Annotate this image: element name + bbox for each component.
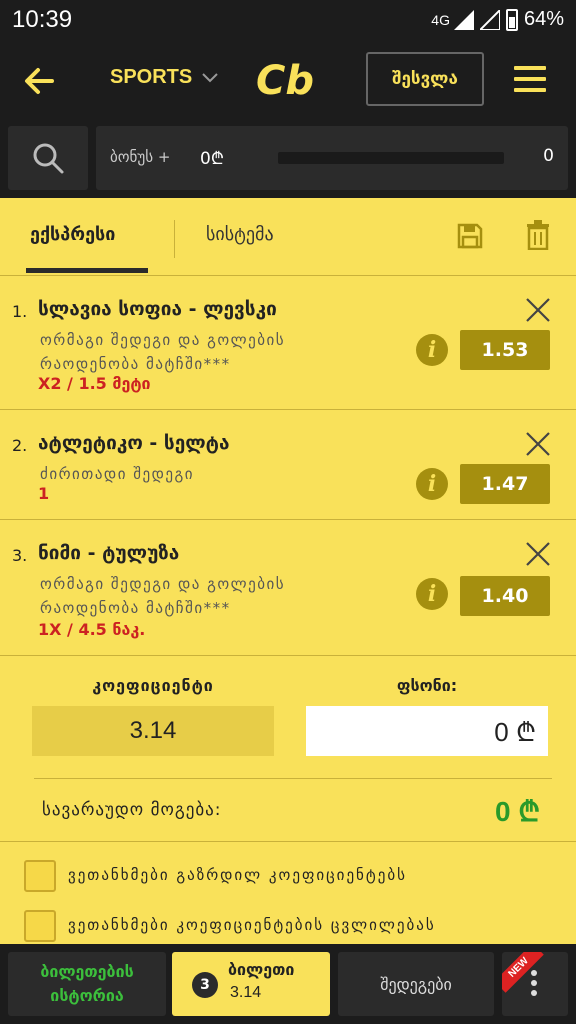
bonus-count: 0 xyxy=(543,146,554,166)
odds-button[interactable]: 1.47 xyxy=(460,464,550,504)
results-button[interactable]: შედეგები xyxy=(338,952,494,1016)
bottom-nav: ბილეთების ისტორია 3 ბილეთი 3.14 შედეგები… xyxy=(0,944,576,1024)
bet-slip-count-badge: 3 xyxy=(192,972,218,998)
bet-slip-label: ბილეთი xyxy=(228,960,295,979)
bet-teams: ნიმი - ტულუზა xyxy=(38,542,180,564)
sports-dropdown[interactable]: SPORTS xyxy=(110,66,218,89)
bet-pick: 1 xyxy=(38,484,50,503)
logo-text: Cb xyxy=(256,58,314,102)
accept-odds-changes-label: ვეთანხმები კოეფიციენტების ცვლილებას xyxy=(68,916,436,934)
status-icons: 4G 64% xyxy=(431,8,564,31)
sports-label: SPORTS xyxy=(110,66,193,88)
bet-market: ორმაგი შედეგი და გოლების რაოდენობა მატჩშ… xyxy=(40,331,286,373)
tab-express[interactable]: ექსპრესი xyxy=(30,224,115,245)
search-icon xyxy=(33,143,64,174)
info-icon[interactable]: i xyxy=(416,578,448,610)
odds-button[interactable]: 1.40 xyxy=(460,576,550,616)
bet-index: 3. xyxy=(12,546,28,565)
coefficient-value: 3.14 xyxy=(32,706,274,756)
stake-label: ფსონი: xyxy=(396,676,458,695)
close-icon[interactable] xyxy=(524,430,552,458)
tab-divider xyxy=(174,220,175,258)
divider xyxy=(34,778,552,779)
potential-win-label: სავარაუდო მოგება: xyxy=(42,800,222,820)
bet-market: ძირითადი შედეგი xyxy=(40,465,194,483)
close-icon[interactable] xyxy=(524,540,552,568)
status-time: 10:39 xyxy=(12,6,73,33)
accept-increased-odds-label: ვეთანხმები გაზრდილ კოეფიციენტებს xyxy=(68,866,407,884)
chevron-down-icon xyxy=(202,72,218,82)
signal-icon-2 xyxy=(479,9,500,30)
brand-logo[interactable]: Cb xyxy=(254,56,324,102)
bet-pick: 1X / 4.5 ნაკ. xyxy=(38,620,146,639)
bet-slip-button[interactable]: 3 ბილეთი 3.14 xyxy=(172,952,330,1016)
save-icon[interactable] xyxy=(456,222,484,250)
login-button[interactable]: შესვლა xyxy=(366,52,484,106)
bonus-amount: 0₾ xyxy=(200,149,224,169)
bet-item: 1. სლავია სოფია - ლევსკი ორმაგი შედეგი დ… xyxy=(0,276,576,410)
coefficient-label: კოეფიციენტი xyxy=(92,676,214,695)
bet-teams: ატლეტიკო - სელტა xyxy=(38,432,230,454)
ticket-history-line1: ბილეთების xyxy=(40,962,134,981)
ticket-history-button[interactable]: ბილეთების ისტორია xyxy=(8,952,166,1016)
hamburger-menu-icon[interactable] xyxy=(514,66,546,92)
bet-index: 2. xyxy=(12,436,28,455)
battery-icon xyxy=(505,8,518,31)
new-badge: NEW xyxy=(502,952,544,993)
status-bar: 10:39 4G 64% xyxy=(0,0,576,42)
bet-summary: კოეფიციენტი 3.14 ფსონი: 0 ₾ სავარაუდო მო… xyxy=(0,656,576,842)
active-tab-indicator xyxy=(26,268,148,273)
info-icon[interactable]: i xyxy=(416,334,448,366)
bonus-bar: ბონუს + 0₾ 0 xyxy=(0,118,576,198)
back-arrow-icon[interactable] xyxy=(22,64,56,98)
bonus-panel: ბონუს + 0₾ 0 xyxy=(96,126,568,190)
bet-type-tabs: ექსპრესი სისტემა xyxy=(0,198,576,276)
bonus-progress-bar xyxy=(278,152,504,164)
signal-icon xyxy=(453,9,474,30)
stake-input[interactable]: 0 ₾ xyxy=(306,706,548,756)
close-icon[interactable] xyxy=(524,296,552,324)
potential-win-value: 0 ₾ xyxy=(495,796,540,827)
bet-market: ორმაგი შედეგი და გოლების რაოდენობა მატჩშ… xyxy=(40,575,286,617)
info-icon[interactable]: i xyxy=(416,468,448,500)
bet-slip-odds: 3.14 xyxy=(230,984,262,1001)
network-type: 4G xyxy=(431,11,450,28)
bet-teams: სლავია სოფია - ლევსკი xyxy=(38,298,277,320)
bet-item: 2. ატლეტიკო - სელტა ძირითადი შედეგი 1 i … xyxy=(0,410,576,520)
search-button[interactable] xyxy=(8,126,88,190)
app-bar: SPORTS Cb შესვლა xyxy=(0,42,576,118)
bet-index: 1. xyxy=(12,302,28,321)
bonus-label: ბონუს + xyxy=(110,148,171,166)
accept-increased-odds-option: ვეთანხმები გაზრდილ კოეფიციენტებს xyxy=(0,856,576,900)
tab-system[interactable]: სისტემა xyxy=(206,224,274,245)
accept-odds-changes-checkbox[interactable] xyxy=(24,910,56,942)
more-vertical-icon xyxy=(531,970,537,1000)
ticket-history-line2: ისტორია xyxy=(50,986,124,1005)
battery-percent: 64% xyxy=(523,8,564,30)
odds-button[interactable]: 1.53 xyxy=(460,330,550,370)
bet-pick: X2 / 1.5 მეტი xyxy=(38,374,151,393)
accept-increased-odds-checkbox[interactable] xyxy=(24,860,56,892)
more-menu-button[interactable]: NEW xyxy=(502,952,568,1016)
bet-item: 3. ნიმი - ტულუზა ორმაგი შედეგი და გოლები… xyxy=(0,520,576,656)
trash-icon[interactable] xyxy=(526,220,550,250)
